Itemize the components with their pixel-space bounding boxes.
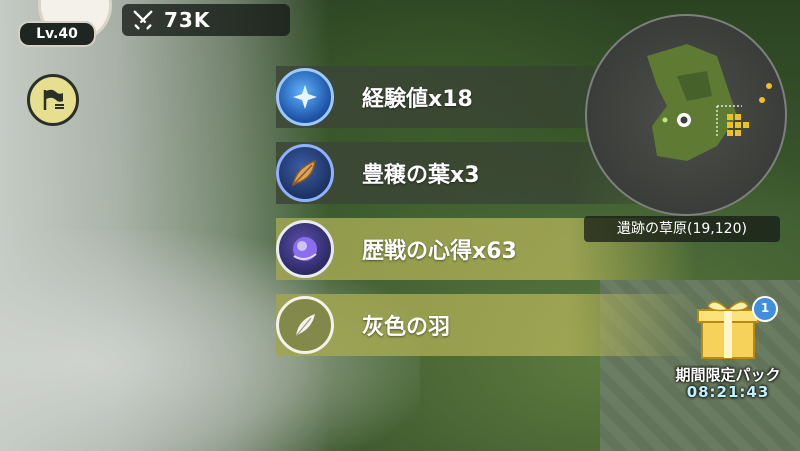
notification-badge: 1 [752,296,778,322]
reward-label: 経験値x18 [362,87,473,112]
combat-power: 73K [122,4,290,36]
exp-orb-icon [276,68,334,126]
player-level: Lv.40 [18,21,96,47]
reward-label: 豊穣の葉x3 [362,163,480,188]
location-label: 遺跡の草原(19,120) [584,216,780,242]
leaf-icon [276,144,334,202]
purple-orb-icon [276,220,334,278]
minimap-terrain [647,44,772,161]
pack-title[interactable]: 期間限定パック [656,364,800,385]
feather-icon [276,296,334,354]
combat-power-value: 73K [164,8,211,32]
minimap[interactable] [585,14,787,216]
reward-row: 灰色の羽 [276,294,696,356]
reward-label: 歴戦の心得x63 [362,239,517,264]
pack-countdown: 08:21:43 [686,383,770,401]
reward-label: 灰色の羽 [362,315,451,340]
quest-flag-button[interactable] [27,74,79,126]
flag-icon [43,89,64,110]
crossed-swords-icon [133,10,153,30]
